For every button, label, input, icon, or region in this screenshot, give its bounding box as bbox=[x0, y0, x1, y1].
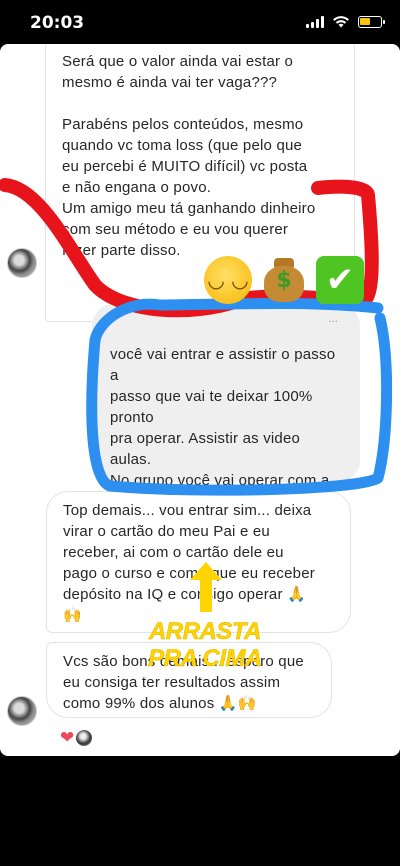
status-time: 20:03 bbox=[30, 13, 85, 33]
money-sign: $ bbox=[276, 268, 292, 293]
swipe-up-sticker-line2: PRA CIMA bbox=[148, 645, 263, 673]
battery-icon bbox=[358, 15, 385, 28]
message-text: Será que o valor ainda vai estar o mesmo… bbox=[62, 53, 294, 91]
heart-icon: ❤ bbox=[60, 728, 75, 747]
sent-message-bubble[interactable]: ... você vai entrar e assistir o passo a… bbox=[92, 304, 360, 531]
message-fragment: ... bbox=[328, 313, 338, 325]
avatar[interactable] bbox=[7, 248, 37, 278]
message-reaction[interactable]: ❤ bbox=[60, 728, 93, 748]
avatar[interactable] bbox=[7, 696, 37, 726]
emoji-stickers: ◡ ◡ $ ✔ bbox=[204, 256, 364, 304]
signal-icon bbox=[306, 15, 324, 28]
wifi-icon bbox=[333, 16, 349, 28]
status-bar: 20:03 bbox=[0, 0, 400, 44]
money-bag-icon: $ bbox=[260, 256, 308, 304]
arrow-up-icon bbox=[190, 562, 222, 612]
relieved-face-icon: ◡ ◡ bbox=[204, 256, 252, 304]
check-mark-icon: ✔ bbox=[316, 256, 364, 304]
swipe-up-sticker-line1: ARRASTA bbox=[148, 618, 262, 646]
status-icons bbox=[306, 15, 385, 28]
reactor-avatar bbox=[76, 730, 93, 746]
message-text: Parabéns pelos conteúdos, mesmo quando v… bbox=[62, 116, 316, 259]
